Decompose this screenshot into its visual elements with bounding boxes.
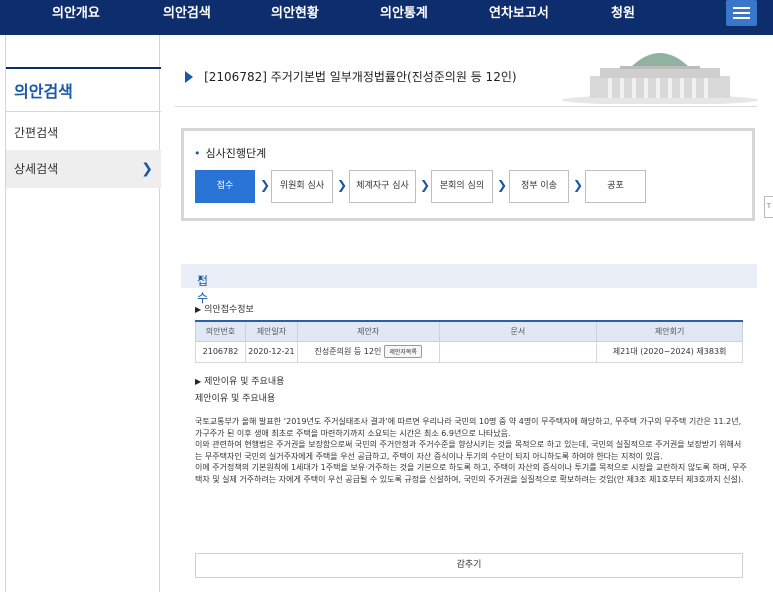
- session-cell: 제21대 (2020~2024) 제383회: [596, 340, 743, 363]
- chevron-right-icon: ❯: [141, 161, 153, 177]
- triangle-right-icon: ▶: [195, 377, 202, 386]
- sidebar-title: 의안검색: [6, 67, 161, 112]
- step-government-transfer[interactable]: 정부 이송: [509, 170, 569, 203]
- bullet-icon: •: [194, 147, 201, 160]
- reason-paragraph: 국토교통부가 올해 발표한 ‘2019년도 주거실태조사 결과’에 따르면 우리…: [195, 417, 742, 438]
- menu-icon[interactable]: [726, 0, 757, 26]
- step-arrow-icon: ❯: [573, 178, 584, 192]
- reason-heading: ▶ 제안이유 및 주요내용: [195, 377, 285, 387]
- sidebar-item-simple-search[interactable]: 간편검색: [6, 114, 161, 152]
- reason-paragraph: 이와 관련하여 현행법은 주거권을 보장함으로써 국민의 주거안정과 주거수준을…: [195, 440, 742, 461]
- reason-paragraph: 이에 주거정책의 기본원칙에 1세대가 1주택을 보유·거주하는 것을 기본으로…: [195, 463, 747, 484]
- header-divider: [175, 106, 757, 107]
- side-tab[interactable]: T: [764, 196, 773, 218]
- step-arrow-icon: ❯: [260, 178, 271, 192]
- reason-text: 국토교통부가 올해 발표한 ‘2019년도 주거실태조사 결과’에 따르면 우리…: [195, 416, 747, 485]
- step-receipt[interactable]: 접수: [195, 170, 255, 203]
- step-plenary[interactable]: 본회의 심의: [431, 170, 493, 203]
- receipt-info-heading: ▶ 의안접수정보: [195, 305, 254, 315]
- table-header: 의안번호: [195, 320, 246, 342]
- nav-bill-overview[interactable]: 의안개요: [52, 0, 100, 30]
- step-arrow-icon: ❯: [497, 178, 508, 192]
- receipt-info-table: 의안번호 제안일자 제안자 문서 제안회기 2106782 2020-12-21…: [195, 320, 743, 363]
- nav-bill-status[interactable]: 의안현황: [271, 0, 319, 30]
- step-arrow-icon: ❯: [420, 178, 431, 192]
- step-legal-review[interactable]: 체계자구 심사: [349, 170, 416, 203]
- bill-header: [2106782] 주거기본법 일부개정법률안(진성준의원 등 12인): [185, 66, 517, 88]
- nav-petition[interactable]: 청원: [611, 0, 635, 30]
- sidebar-item-detailed-search[interactable]: 상세검색 ❯: [6, 150, 161, 188]
- table-header-row: 의안번호 제안일자 제안자 문서 제안회기: [195, 320, 743, 342]
- hide-button[interactable]: 감추기: [195, 553, 743, 578]
- bill-title: [2106782] 주거기본법 일부개정법률안(진성준의원 등 12인): [204, 70, 517, 84]
- table-header: 제안일자: [244, 320, 298, 342]
- step-arrow-icon: ❯: [337, 178, 348, 192]
- bill-number-cell: 2106782: [195, 340, 246, 363]
- table-row: 2106782 2020-12-21 진성준의원 등 12인 제안자목록 제21대…: [195, 340, 743, 363]
- table-header: 제안회기: [596, 320, 743, 342]
- step-committee-review[interactable]: 위원회 심사: [271, 170, 333, 203]
- national-assembly-building-icon: [562, 53, 758, 104]
- reason-subtitle: 제안이유 및 주요내용: [195, 394, 276, 404]
- section-receipt-header: • 접수: [181, 264, 757, 305]
- document-cell: [438, 340, 598, 363]
- proposer-list-button[interactable]: 제안자목록: [384, 345, 422, 358]
- stage-title: • 심사진행단계: [194, 147, 267, 160]
- nav-bill-search[interactable]: 의안검색: [163, 0, 211, 30]
- step-promulgation[interactable]: 공포: [585, 170, 646, 203]
- proposal-date-cell: 2020-12-21: [244, 340, 298, 363]
- table-header: 문서: [438, 320, 598, 342]
- arrow-right-icon: [185, 70, 193, 83]
- nav-annual-report[interactable]: 연차보고서: [489, 0, 549, 30]
- triangle-right-icon: ▶: [195, 305, 202, 314]
- review-stage-panel: • 심사진행단계 접수 ❯ 위원회 심사 ❯ 체계자구 심사 ❯ 본회의 심의 ❯…: [181, 128, 755, 221]
- top-navigation: 의안개요 의안검색 의안현황 의안통계 연차보고서 청원: [0, 0, 773, 35]
- proposer-cell: 진성준의원 등 12인 제안자목록: [296, 340, 440, 363]
- table-header: 제안자: [296, 320, 440, 342]
- sidebar: 의안검색 간편검색 상세검색 ❯: [5, 35, 161, 592]
- nav-bill-statistics[interactable]: 의안통계: [380, 0, 428, 30]
